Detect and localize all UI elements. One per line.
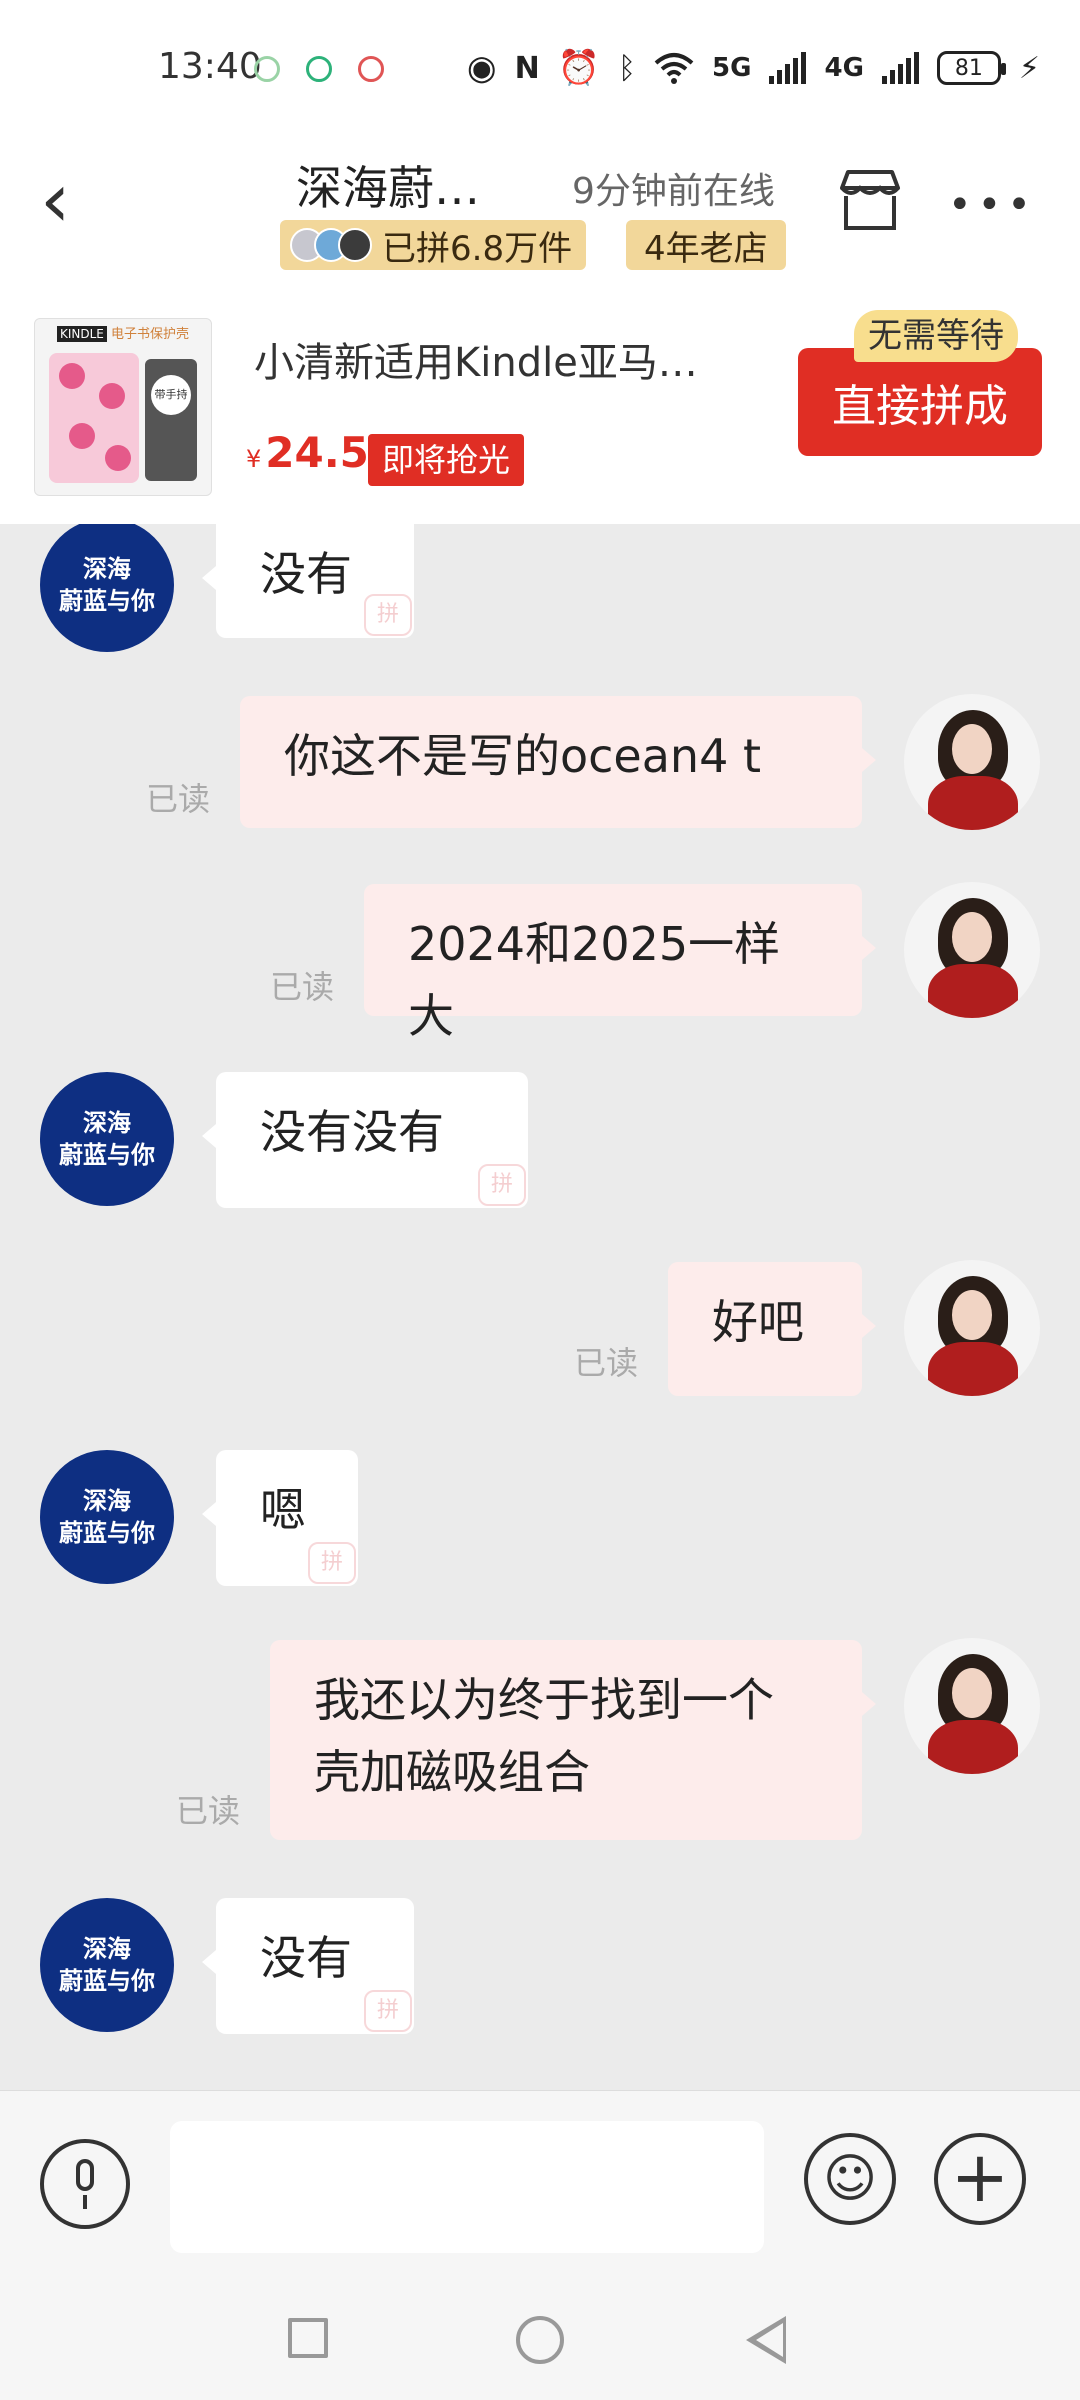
product-image-case (49, 353, 139, 483)
product-image-caption: KINDLE 电子书保护壳 (41, 319, 205, 342)
message-bubble-outgoing[interactable]: 我还以为终于找到一个壳加磁吸组合 (270, 1640, 876, 1840)
microphone-icon[interactable] (40, 2139, 130, 2229)
chat-messages[interactable]: 深海 蔚蓝与你 没有 拼 已读 你这不是写的ocean4 t 已读 2024和2… (0, 524, 1080, 2090)
message-bubble-outgoing[interactable]: 你这不是写的ocean4 t (240, 696, 876, 828)
message-text: 好吧 (712, 1295, 804, 1349)
user-avatar[interactable] (904, 1638, 1040, 1774)
message-text: 没有没有 (260, 1105, 444, 1159)
network-5g-label: 5G (712, 53, 752, 83)
shop-avatar[interactable]: 深海 蔚蓝与你 (40, 524, 174, 652)
selling-out-tag: 即将抢光 (368, 434, 525, 486)
read-receipt: 已读 (270, 968, 335, 1006)
price-currency: ¥ (246, 445, 262, 473)
online-status: 9分钟前在线 (572, 171, 775, 212)
product-image-title: 电子书保护壳 (111, 327, 190, 342)
notification-icon (306, 56, 332, 82)
shop-avatar[interactable]: 深海 蔚蓝与你 (40, 1450, 174, 1584)
status-time: 13:40 (158, 46, 262, 87)
shop-avatar-line2: 蔚蓝与你 (59, 1967, 155, 1995)
message-input[interactable] (170, 2121, 764, 2253)
recent-apps-icon[interactable] (288, 2318, 328, 2358)
system-nav-bar (0, 2280, 1080, 2400)
battery-icon: 81 (936, 51, 1006, 85)
pin-watermark: 拼 (364, 594, 412, 636)
message-bubble-outgoing[interactable]: 2024和2025一样大 (364, 884, 876, 1043)
user-avatar[interactable] (904, 694, 1040, 830)
read-receipt: 已读 (176, 1792, 241, 1830)
shop-avatar-line1: 深海 (83, 1487, 131, 1515)
message-text: 嗯 (260, 1483, 306, 1537)
plus-icon[interactable]: + (934, 2133, 1026, 2225)
message-text: 没有 (260, 1931, 352, 1985)
shop-name[interactable]: 深海蔚… (296, 152, 480, 218)
pin-watermark: 拼 (364, 1990, 412, 2032)
message-bubble-incoming[interactable]: 没有 拼 (202, 1898, 414, 2034)
message-bubble-incoming[interactable]: 嗯 拼 (202, 1450, 358, 1586)
pin-watermark: 拼 (308, 1542, 356, 1584)
product-image-handle: 带手持 (151, 375, 191, 415)
shop-avatar-line1: 深海 (83, 1935, 131, 1963)
signal-icon (769, 52, 807, 84)
back-nav-icon[interactable] (746, 2316, 786, 2364)
input-bar: ☺ + (0, 2090, 1080, 2281)
more-icon[interactable]: ••• (948, 182, 1037, 228)
price-value: 24.5 (265, 428, 369, 477)
status-bar: 13:40 ◉ N ⏰ ᛒ 5G 4G 81 ⚡ (0, 0, 1080, 140)
shop-avatar-line2: 蔚蓝与你 (59, 1141, 155, 1169)
chat-header: ‹ 深海蔚… 9分钟前在线 已拼6.8万件 4年老店 ••• (0, 140, 1080, 298)
status-icons: ◉ N ⏰ ᛒ 5G 4G 81 ⚡ (467, 44, 1040, 92)
notification-icon (254, 56, 280, 82)
shop-avatar[interactable]: 深海 蔚蓝与你 (40, 1898, 174, 2032)
message-text: 没有 (260, 547, 352, 601)
message-bubble-outgoing[interactable]: 好吧 (668, 1262, 876, 1396)
pin-watermark: 拼 (478, 1164, 526, 1206)
message-bubble-incoming[interactable]: 没有没有 拼 (202, 1072, 528, 1208)
bluetooth-icon: ᛒ (618, 50, 637, 86)
shop-avatar-line2: 蔚蓝与你 (59, 1519, 155, 1547)
product-image-brand: KINDLE (56, 326, 107, 342)
nfc-icon: N (514, 50, 540, 86)
alarm-icon: ⏰ (557, 48, 601, 88)
shop-avatar-line1: 深海 (83, 555, 131, 583)
store-icon[interactable] (832, 162, 908, 238)
read-receipt: 已读 (146, 780, 211, 818)
message-bubble-incoming[interactable]: 没有 拼 (202, 524, 414, 638)
home-icon[interactable] (516, 2316, 564, 2364)
chevron-left-icon[interactable]: ‹ (40, 150, 100, 250)
notification-icon (358, 56, 384, 82)
product-title[interactable]: 小清新适用Kindle亚马… (254, 330, 698, 388)
no-wait-badge: 无需等待 (854, 310, 1018, 362)
user-avatar[interactable] (904, 882, 1040, 1018)
eye-icon: ◉ (466, 48, 497, 88)
message-text: 我还以为终于找到一个壳加磁吸组合 (314, 1673, 774, 1799)
message-text: 2024和2025一样大 (408, 917, 781, 1043)
product-card[interactable]: 带手持 KINDLE 电子书保护壳 小清新适用Kindle亚马… ¥24.5 即… (0, 298, 1080, 525)
product-price: ¥24.5 (246, 428, 369, 477)
sold-count-badge: 已拼6.8万件 (280, 220, 587, 270)
network-4g-label: 4G (824, 53, 864, 83)
shop-avatar-line2: 蔚蓝与你 (59, 587, 155, 615)
user-avatar[interactable] (904, 1260, 1040, 1396)
product-thumbnail[interactable]: 带手持 KINDLE 电子书保护壳 (34, 318, 212, 496)
shop-age-badge: 4年老店 (626, 220, 786, 270)
buy-now-button[interactable]: 直接拼成 (798, 348, 1042, 456)
signal-icon (881, 52, 919, 84)
battery-level: 81 (954, 55, 983, 81)
charging-icon: ⚡ (1018, 50, 1040, 86)
buyer-avatars (290, 228, 372, 262)
message-text: 你这不是写的ocean4 t (284, 729, 762, 783)
emoji-icon[interactable]: ☺ (804, 2133, 896, 2225)
shop-avatar-line1: 深海 (83, 1109, 131, 1137)
wifi-icon (654, 53, 694, 84)
sold-count-label: 已拼6.8万件 (382, 228, 573, 269)
shop-avatar[interactable]: 深海 蔚蓝与你 (40, 1072, 174, 1206)
read-receipt: 已读 (574, 1344, 639, 1382)
